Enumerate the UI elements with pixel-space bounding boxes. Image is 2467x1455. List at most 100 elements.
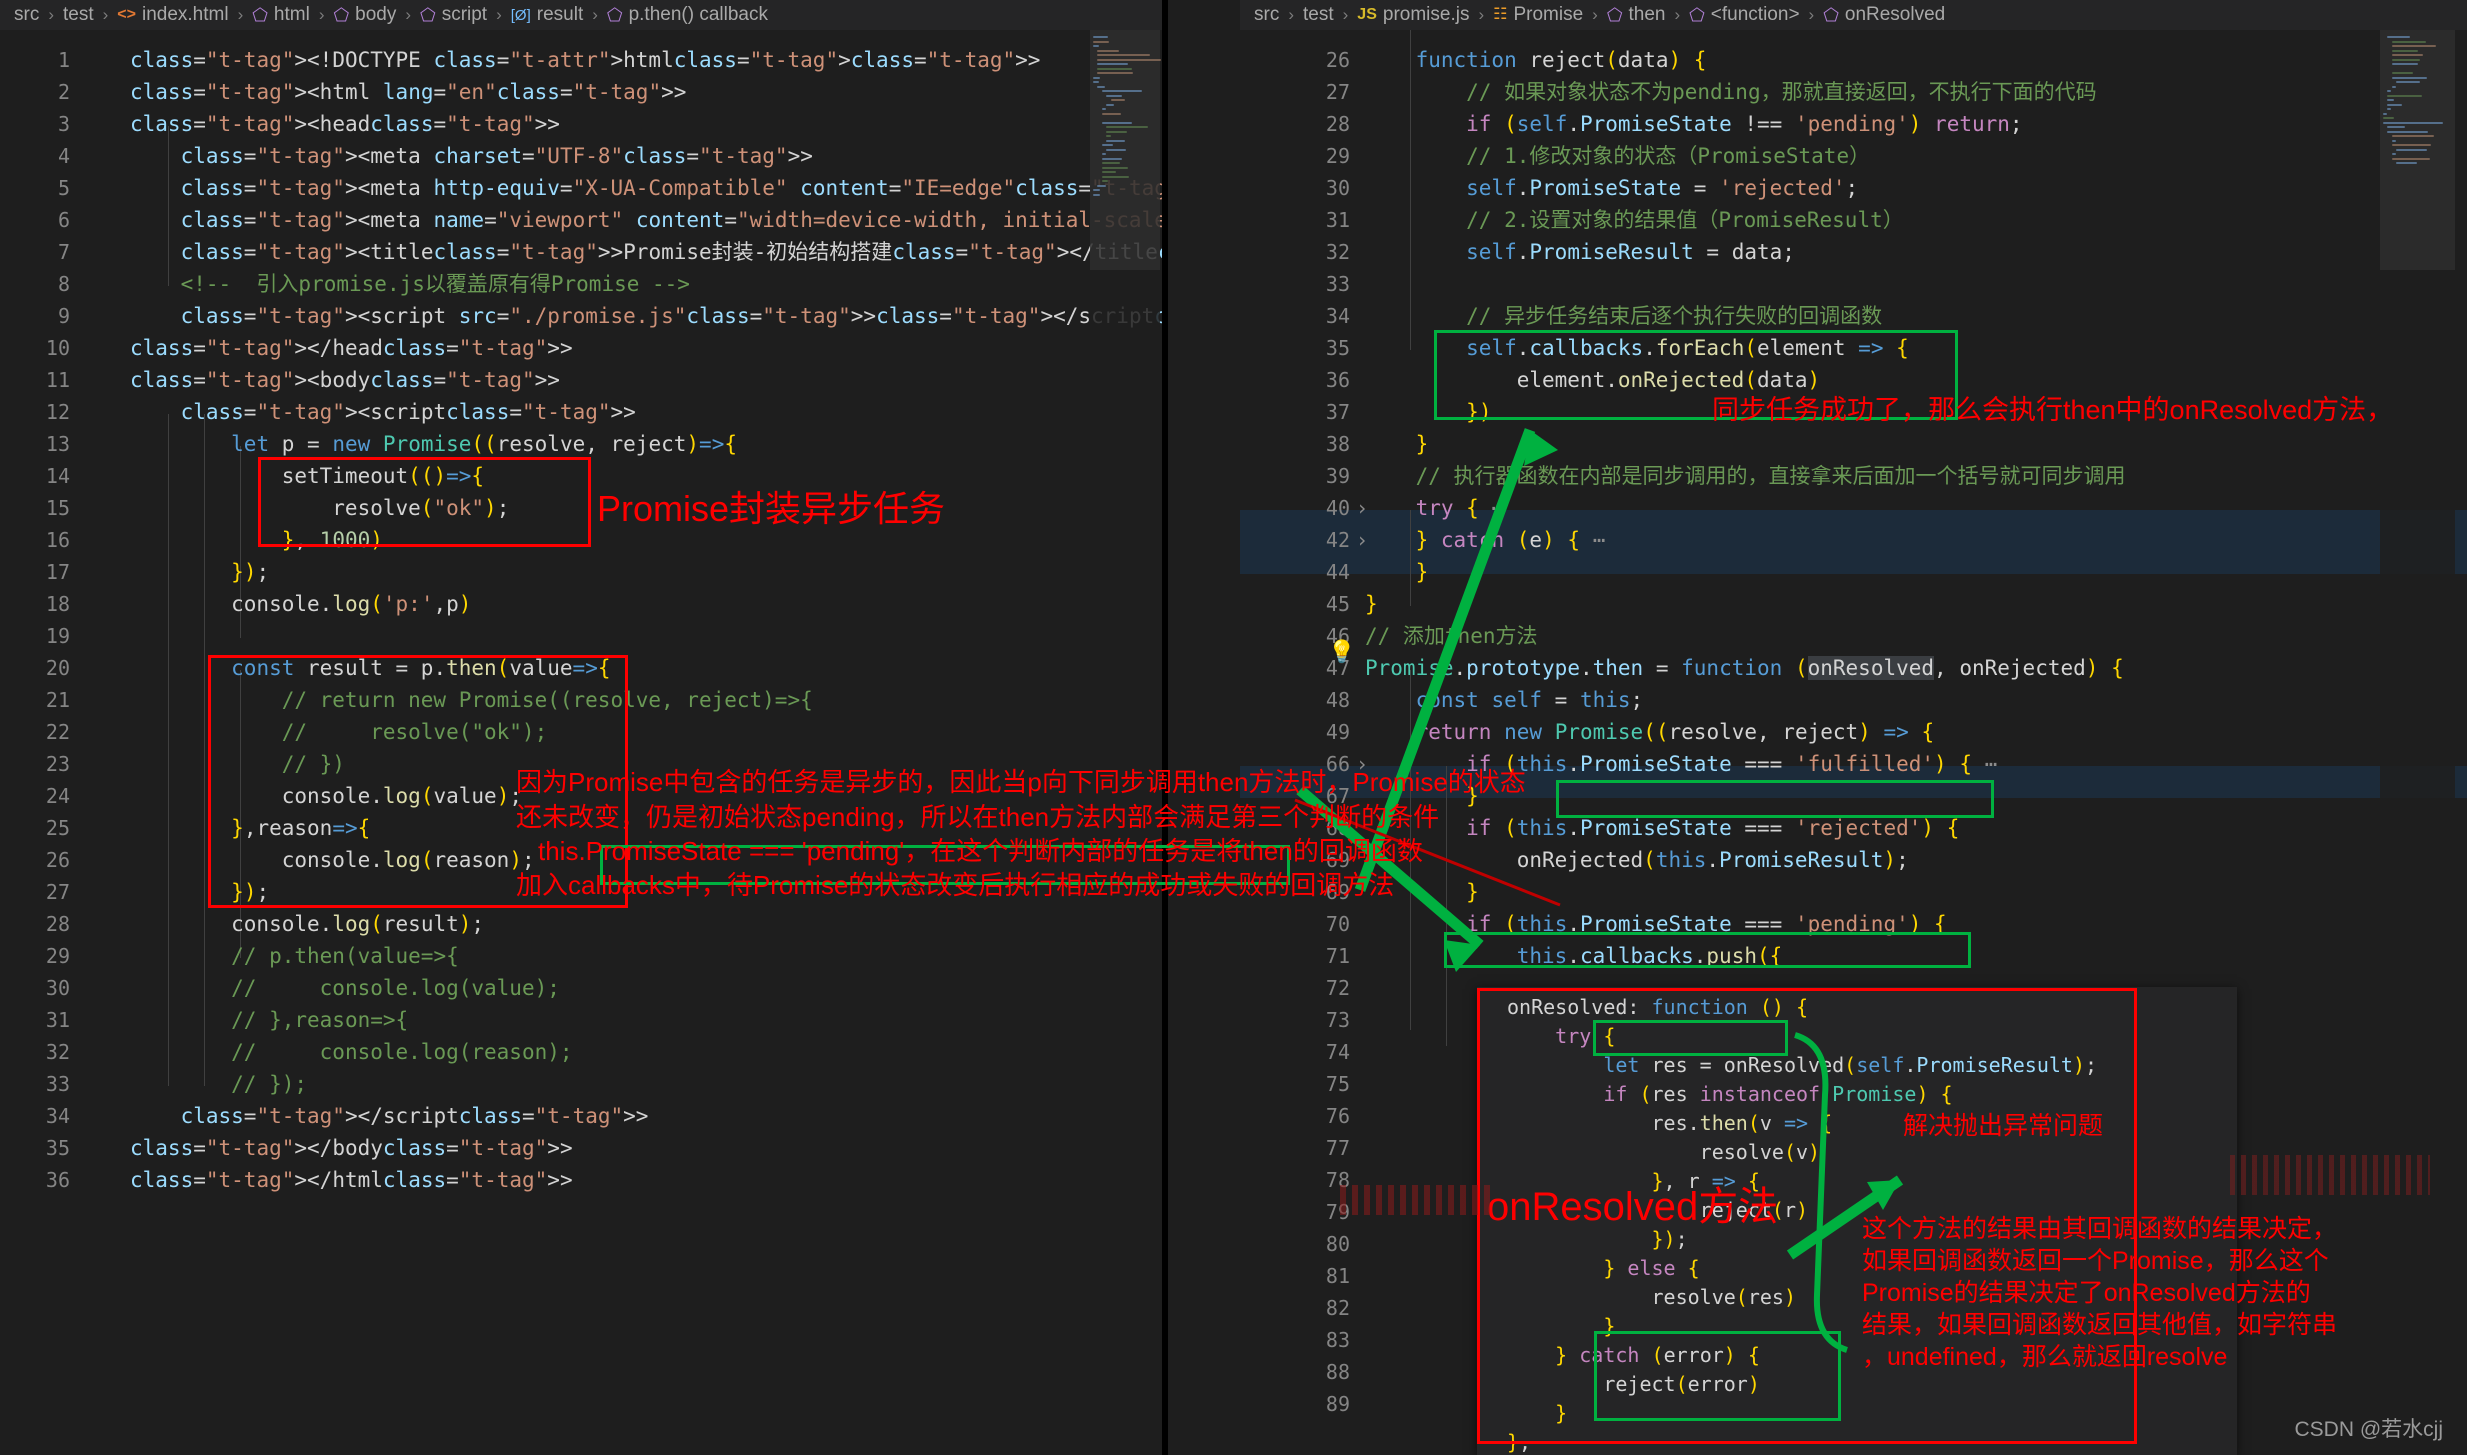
line-number: 74 <box>1325 1040 1350 1064</box>
editor-pane-index-html[interactable]: 1 2 3 4 5 6 7 8 9 10 11 12 13 14 15 16 17 18 19 20 21 22 23 24 2… <box>0 30 1162 1455</box>
code-line[interactable]: if (self.PromiseState !== 'pending') ret… <box>1365 108 2022 140</box>
code-line[interactable]: // console.log(reason); <box>130 1036 572 1068</box>
code-line[interactable]: }); <box>130 556 269 588</box>
code-line[interactable]: class="t-tag"><!DOCTYPE class="t-attr">h… <box>130 44 1040 76</box>
popup-code-line[interactable]: resolve(res) <box>1507 1283 1796 1312</box>
line-number: 40 <box>1254 492 1368 524</box>
code-line[interactable]: class="t-tag"><meta name="viewport" cont… <box>130 204 1162 236</box>
code-line[interactable]: console.log(value); <box>130 780 522 812</box>
code-line[interactable]: const self = this; <box>1365 684 1644 716</box>
code-line[interactable]: } <box>1365 428 1429 460</box>
breadcrumb-item-pthen-callback[interactable]: ⬠ p.then() callback <box>607 4 768 26</box>
breadcrumb-item-then[interactable]: ⬠ then <box>1607 4 1666 26</box>
minimap-right[interactable] <box>2380 30 2455 1455</box>
popup-code-line[interactable]: } <box>1507 1399 1567 1428</box>
code-line[interactable]: class="t-tag"></headclass="t-tag">> <box>130 332 573 364</box>
code-line[interactable]: // resolve("ok"); <box>130 716 548 748</box>
code-line[interactable]: console.log(result); <box>130 908 484 940</box>
popup-code-line[interactable]: onResolved: function () { <box>1507 993 1808 1022</box>
code-line[interactable]: class="t-tag"></htmlclass="t-tag">> <box>130 1164 573 1196</box>
code-line[interactable]: class="t-tag"><titleclass="t-tag">>Promi… <box>130 236 1162 268</box>
breadcrumb-item-test[interactable]: test <box>63 4 94 26</box>
code-line[interactable]: function reject(data) { <box>1365 44 1707 76</box>
code-line[interactable]: <!-- 引入promise.js以覆盖原有得Promise --> <box>130 268 690 300</box>
code-line[interactable]: // }) <box>130 748 345 780</box>
breadcrumb-item-src[interactable]: src <box>1254 4 1279 26</box>
popup-code-line[interactable]: reject(error) <box>1507 1370 1760 1399</box>
popup-code-line[interactable]: let res = onResolved(self.PromiseResult)… <box>1507 1051 2097 1080</box>
code-line[interactable]: const result = p.then(value=>{ <box>130 652 610 684</box>
pane-divider[interactable] <box>1162 0 1168 1455</box>
popup-code-line[interactable]: resolve(v) <box>1507 1138 1820 1167</box>
code-line[interactable]: // 1.修改对象的状态（PromiseState） <box>1365 140 1870 172</box>
code-line[interactable]: class="t-tag"><scriptclass="t-tag">> <box>130 396 636 428</box>
code-line[interactable]: self.PromiseState = 'rejected'; <box>1365 172 1858 204</box>
code-line[interactable]: },reason=>{ <box>130 812 370 844</box>
popup-code-line[interactable]: } else { <box>1507 1254 1699 1283</box>
minimap-slider[interactable] <box>2380 30 2455 270</box>
code-line[interactable]: class="t-tag"></scriptclass="t-tag">> <box>130 1100 649 1132</box>
code-line[interactable]: }); <box>130 876 269 908</box>
code-line[interactable]: // 执行器函数在内部是同步调用的，直接拿来后面加一个括号就可同步调用 <box>1365 460 2126 492</box>
minimap-slider[interactable] <box>1090 30 1160 270</box>
popup-code-line[interactable]: } catch (error) { <box>1507 1341 1760 1370</box>
code-line[interactable]: class="t-tag"><meta http-equiv="X-UA-Com… <box>130 172 1162 204</box>
breadcrumb-item-promise-js[interactable]: JS promise.js <box>1357 4 1469 26</box>
code-line[interactable]: resolve("ok"); <box>130 492 509 524</box>
lightbulb-icon[interactable]: 💡 <box>1328 640 1355 665</box>
code-line[interactable]: class="t-tag"><bodyclass="t-tag">> <box>130 364 560 396</box>
breadcrumb-right[interactable]: src › test › JS promise.js › ☷ Promise › ⬠… <box>1240 0 2467 30</box>
code-line[interactable]: // p.then(value=>{ <box>130 940 459 972</box>
code-line[interactable]: }, 1000) <box>130 524 383 556</box>
breadcrumb-item-body[interactable]: ⬠ body <box>334 4 397 26</box>
code-line[interactable]: // 2.设置对象的结果值（PromiseResult） <box>1365 204 1904 236</box>
code-line[interactable]: // console.log(value); <box>130 972 560 1004</box>
code-line[interactable]: return new Promise((resolve, reject) => … <box>1365 716 1935 748</box>
code-line[interactable]: Promise.prototype.then = function (onRes… <box>1365 652 2124 684</box>
breadcrumb-item-index-html[interactable]: <> index.html <box>117 4 228 26</box>
breadcrumb-item-test[interactable]: test <box>1303 4 1334 26</box>
code-line[interactable]: // 异步任务结束后逐个执行失败的回调函数 <box>1365 300 1882 332</box>
code-line[interactable]: class="t-tag"><html lang="en"class="t-ta… <box>130 76 686 108</box>
code-line[interactable]: // }); <box>130 1068 307 1100</box>
code-line[interactable]: self.PromiseResult = data; <box>1365 236 1795 268</box>
minimap-left[interactable] <box>1090 30 1162 1455</box>
breadcrumb-item-script[interactable]: ⬠ script <box>420 4 487 26</box>
popup-code-line[interactable]: }, <box>1507 1428 1531 1455</box>
breadcrumb-item-onresolved[interactable]: ⬠ onResolved <box>1823 4 1945 26</box>
popup-code-line[interactable]: try { <box>1507 1022 1615 1051</box>
code-line[interactable]: class="t-tag"></bodyclass="t-tag">> <box>130 1132 573 1164</box>
code-line[interactable]: class="t-tag"><headclass="t-tag">> <box>130 108 560 140</box>
breadcrumb-item-html[interactable]: ⬠ html <box>252 4 310 26</box>
code-area-left[interactable]: class="t-tag"><!DOCTYPE class="t-attr">h… <box>130 30 1162 1455</box>
code-line[interactable]: // },reason=>{ <box>130 1004 408 1036</box>
code-line[interactable]: // 如果对象状态不为pending，那就直接返回，不执行下面的代码 <box>1365 76 2096 108</box>
popup-code-line[interactable]: } <box>1507 1312 1615 1341</box>
code-line[interactable]: class="t-tag"><script src="./promise.js"… <box>130 300 1162 332</box>
code-line[interactable]: let p = new Promise((resolve, reject)=>{ <box>130 428 737 460</box>
code-line[interactable]: if (this.PromiseState === 'rejected') { <box>1365 812 1959 844</box>
code-line[interactable]: }) <box>1365 396 1491 428</box>
code-line[interactable]: console.log('p:',p) <box>130 588 471 620</box>
breadcrumb-item-src[interactable]: src <box>14 4 39 26</box>
code-line[interactable]: onRejected(this.PromiseResult); <box>1365 844 1909 876</box>
code-line[interactable]: if (this.PromiseState === 'pending') { <box>1365 908 1947 940</box>
code-line[interactable]: setTimeout(()=>{ <box>130 460 484 492</box>
code-line[interactable]: self.callbacks.forEach(element => { <box>1365 332 1909 364</box>
code-line[interactable]: console.log(reason); <box>130 844 535 876</box>
code-line[interactable]: // return new Promise((resolve, reject)=… <box>130 684 813 716</box>
popup-code-line[interactable]: if (res instanceof Promise) { <box>1507 1080 1952 1109</box>
code-line[interactable]: // 添加then方法 <box>1365 620 1538 652</box>
popup-code-line[interactable]: res.then(v => { <box>1507 1109 1832 1138</box>
code-line[interactable]: } <box>1365 588 1378 620</box>
code-line[interactable]: } <box>1365 556 1429 588</box>
breadcrumb-item-result[interactable]: [Ø] result <box>511 4 583 26</box>
code-line[interactable]: try { ⋯ <box>1365 492 1505 524</box>
code-line[interactable]: class="t-tag"><meta charset="UTF-8"class… <box>130 140 813 172</box>
code-line[interactable]: this.callbacks.push({ <box>1365 940 1783 972</box>
code-line[interactable]: } catch (e) { ⋯ <box>1365 524 1606 556</box>
breadcrumb-item-promise-class[interactable]: ☷ Promise <box>1493 4 1583 26</box>
breadcrumb-left[interactable]: src › test › <> index.html › ⬠ html › ⬠ bod… <box>0 0 1162 30</box>
symbol-variable-icon: [Ø] <box>510 6 531 24</box>
breadcrumb-item-function[interactable]: ⬠ <function> <box>1689 4 1799 26</box>
